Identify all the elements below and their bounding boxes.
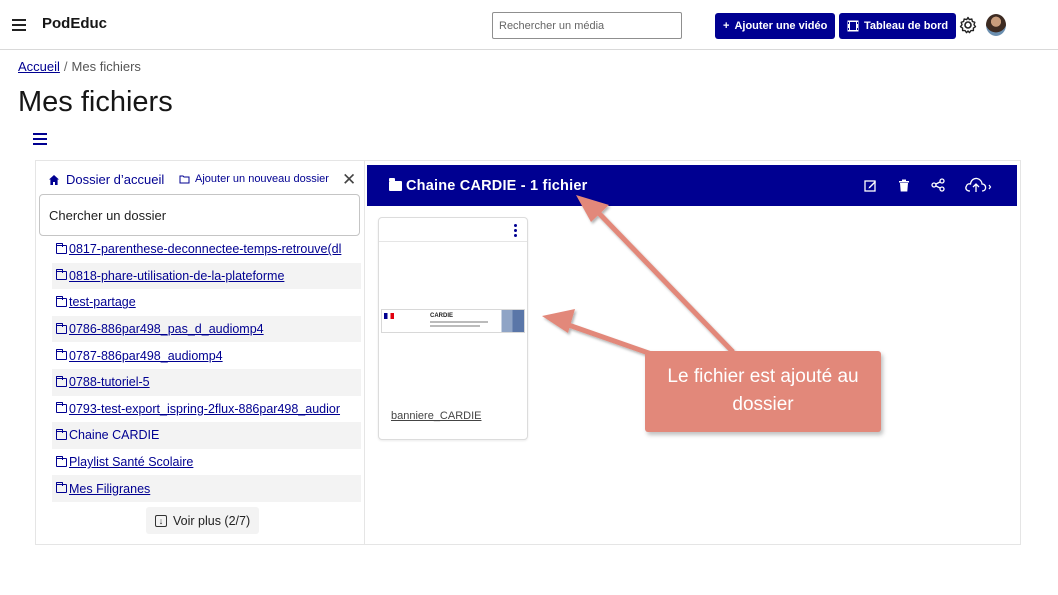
folder-item[interactable]: test-partage bbox=[52, 289, 361, 316]
folder-icon bbox=[56, 322, 67, 334]
folder-item[interactable]: 0793-test-export_ispring-2flux-886par498… bbox=[52, 396, 361, 423]
folder-item[interactable]: 0818-phare-utilisation-de-la-plateforme bbox=[52, 262, 361, 290]
folder-icon bbox=[56, 375, 67, 387]
home-folder-link[interactable]: Dossier d’accueil bbox=[48, 172, 164, 187]
folder-icon bbox=[56, 269, 67, 281]
dashboard-button[interactable]: Tableau de bord bbox=[839, 13, 957, 39]
page-title: Mes fichiers bbox=[18, 86, 173, 118]
folder-icon bbox=[389, 177, 402, 191]
film-icon bbox=[847, 20, 859, 32]
folder-list: 0817-parenthese-deconnectee-temps-retrou… bbox=[52, 236, 361, 508]
more-options-icon[interactable] bbox=[514, 224, 517, 239]
republique-logo-icon bbox=[384, 313, 394, 319]
folder-item[interactable]: 0786-886par498_pas_d_audiomp4 bbox=[52, 315, 361, 343]
user-avatar[interactable] bbox=[986, 14, 1006, 36]
media-title-link[interactable]: banniere_CARDIE bbox=[391, 410, 482, 422]
delete-folder-button[interactable] bbox=[895, 174, 913, 196]
breadcrumb: Accueil / Mes fichiers bbox=[18, 59, 141, 74]
folder-actions bbox=[861, 174, 993, 196]
edit-icon bbox=[863, 179, 876, 192]
folder-title: Chaine CARDIE - 1 fichier bbox=[406, 177, 588, 194]
folder-search-input[interactable] bbox=[39, 194, 360, 236]
download-arrow-icon: ↓ bbox=[155, 514, 167, 527]
folder-panel-toggle-icon[interactable] bbox=[33, 133, 47, 145]
app-brand[interactable]: PodEduc bbox=[42, 15, 107, 32]
breadcrumb-current: Mes fichiers bbox=[71, 59, 141, 74]
folder-item[interactable]: 0817-parenthese-deconnectee-temps-retrou… bbox=[52, 236, 361, 263]
folder-tree: Dossier d’accueil Ajouter un nouveau dos… bbox=[36, 161, 365, 544]
folder-item[interactable]: Playlist Santé Scolaire bbox=[52, 449, 361, 476]
plus-icon: + bbox=[723, 20, 730, 32]
folder-icon bbox=[56, 455, 67, 467]
folder-icon bbox=[56, 482, 67, 494]
folder-icon bbox=[56, 295, 67, 307]
share-folder-button[interactable] bbox=[929, 174, 947, 196]
folder-item[interactable]: 0787-886par498_audiomp4 bbox=[52, 342, 361, 369]
folder-item-active[interactable]: Chaine CARDIE bbox=[52, 422, 361, 449]
thumbnail-caption: CARDIE bbox=[430, 313, 454, 319]
trash-icon bbox=[899, 179, 909, 191]
share-icon bbox=[931, 178, 945, 192]
load-more-button[interactable]: ↓ Voir plus (2/7) bbox=[146, 507, 260, 534]
upload-file-button[interactable] bbox=[963, 174, 993, 196]
folder-icon bbox=[56, 402, 67, 414]
settings-gear-icon[interactable] bbox=[958, 15, 978, 35]
folder-icon bbox=[56, 428, 67, 440]
breadcrumb-home-link[interactable]: Accueil bbox=[18, 59, 60, 74]
edit-folder-button[interactable] bbox=[861, 174, 879, 196]
cloud-upload-icon bbox=[965, 177, 992, 192]
hamburger-menu-icon[interactable] bbox=[12, 19, 26, 31]
media-card-header bbox=[379, 218, 527, 242]
folder-header-bar: Chaine CARDIE - 1 fichier bbox=[367, 165, 1017, 206]
add-video-button[interactable]: + Ajouter une vidéo bbox=[715, 13, 836, 39]
folder-icon bbox=[56, 242, 67, 254]
add-folder-button[interactable]: Ajouter un nouveau dossier bbox=[179, 173, 329, 185]
close-icon[interactable]: ✕ bbox=[342, 171, 356, 188]
folder-add-icon bbox=[179, 175, 190, 184]
folder-icon bbox=[56, 349, 67, 361]
folder-item[interactable]: Mes Filigranes bbox=[52, 475, 361, 502]
top-navbar: PodEduc + Ajouter une vidéo Tableau de b… bbox=[0, 0, 1058, 50]
folder-item[interactable]: 0788-tutoriel-5 bbox=[52, 368, 361, 396]
home-icon bbox=[49, 174, 59, 185]
search-media-input[interactable] bbox=[492, 12, 682, 39]
annotation-callout: Le fichier est ajouté au dossier bbox=[645, 351, 881, 432]
media-card[interactable]: CARDIE banniere_CARDIE bbox=[378, 217, 528, 440]
media-thumbnail[interactable]: CARDIE bbox=[381, 309, 525, 333]
